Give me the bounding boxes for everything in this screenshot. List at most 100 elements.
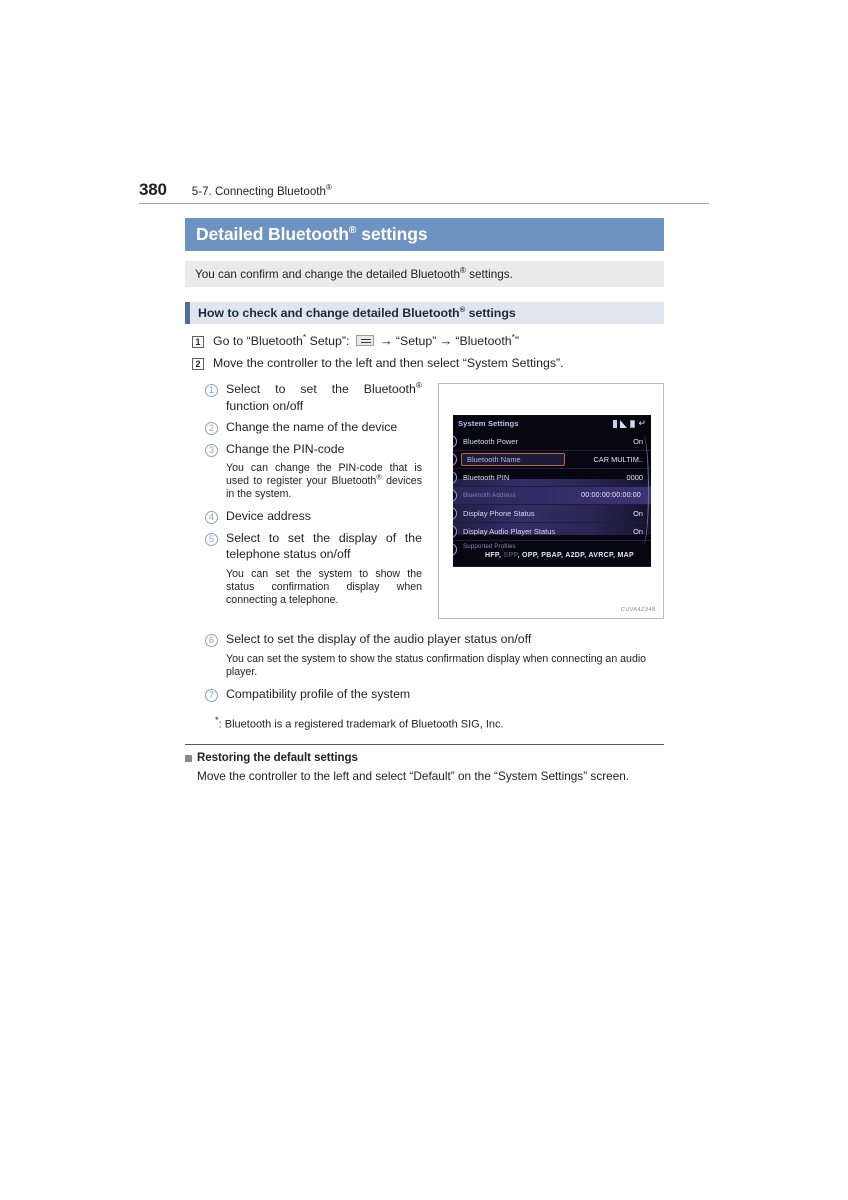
footnote-text: : Bluetooth is a registered trademark of… [218,718,504,731]
device-row-display-phone-status[interactable]: 5 Display Phone Status On [453,505,651,523]
callout-item: 1 Select to set the Bluetooth® function … [205,381,427,414]
arrow-right-icon: → [379,333,393,348]
step-number: 1 [192,336,204,348]
step-text-mid: Setup”: [306,334,353,348]
device-settings-rows: 1 Bluetooth Power On 2 Bluetooth Name CA… [453,433,651,567]
intro-text-pre: You can confirm and change the detailed … [195,267,461,281]
square-bullet-icon [185,754,192,762]
callout-item: 5 Select to set the display of the telep… [205,530,427,563]
section-title-bar: Detailed Bluetooth® settings [185,218,664,251]
running-head: 380 5-7. Connecting Bluetooth® [139,180,709,200]
callout-number: 2 [205,422,218,435]
intro-box: You can confirm and change the detailed … [185,261,664,287]
back-arrow-icon[interactable]: ↵ [638,419,646,428]
step-text-pre: Go to “Bluetooth [213,334,303,348]
device-row-label: Bluetooth Name [461,453,565,466]
callout-note: You can change the PIN-code that is used… [226,462,422,501]
callout-number: 5 [205,532,218,546]
device-row-bluetooth-pin[interactable]: 3 Bluetooth PIN 0000 [453,469,651,487]
callout-text: Compatibility profile of the system [226,686,411,701]
device-row-value: 00:00:00:00:00:00 [581,492,641,499]
device-row-value: CAR MULTIM.. [593,455,643,464]
step-text: Move the controller to the left and then… [213,356,564,370]
profiles-pre: HFP, [485,552,504,559]
intro-text: You can confirm and change the detailed … [185,266,513,281]
bottom-heading: Restoring the default settings [185,752,358,764]
callout-text: Select to set the display of the audio p… [226,632,532,646]
callout-note: You can set the system to show the statu… [226,652,647,678]
callout-list-left: 1 Select to set the Bluetooth® function … [205,381,427,614]
step-text-end: ” [514,334,520,348]
subsection-header: How to check and change detailed Bluetoo… [185,302,664,324]
profiles-faint: SPP [503,552,518,559]
menu-button-icon [355,335,374,346]
device-row-label: Bluetooth Address [463,492,516,499]
device-row-supported-profiles[interactable]: 7 Supported Profiles HFP, SPP, OPP, PBAP… [453,541,651,567]
section-title: Detailed Bluetooth® settings [185,224,428,245]
registered-mark: ® [326,183,332,193]
subsection-title: How to check and change detailed Bluetoo… [190,306,516,320]
battery-icon [630,419,636,428]
device-row-label: Bluetooth PIN [463,473,510,482]
footnote: *: Bluetooth is a registered trademark o… [215,713,665,732]
device-row-label: Supported Profiles [463,543,516,550]
bottom-body-text: Move the controller to the left and sele… [197,769,630,783]
step-text: Go to “Bluetooth* Setup”: → “Setup” → “Blue… [213,333,519,349]
device-screen-title: System Settings [458,419,519,428]
step-list: 1 Go to “Bluetooth* Setup”: → “Setup” → “Bl… [192,333,672,377]
device-row-label: Bluetooth Power [463,437,518,446]
device-row-bluetooth-name[interactable]: 2 Bluetooth Name CAR MULTIM.. [453,451,651,469]
callout-number: 3 [453,471,457,484]
device-row-bluetooth-power[interactable]: 1 Bluetooth Power On [453,433,651,451]
callout-item: 3 Change the PIN-code [205,441,427,458]
callout-number: 6 [205,634,218,647]
callout-list-full: 6 Select to set the display of the audio… [205,631,667,707]
device-row-display-audio-player-status[interactable]: 6 Display Audio Player Status On [453,523,651,541]
step-quoted-setup: “Setup” [395,334,437,348]
device-screen-header: System Settings ↵ [453,415,651,432]
device-row-value: HFP, SPP, OPP, PBAP, A2DP, AVRCP, MAP [485,552,651,559]
figure-code: CUVA4Z34B [620,607,656,613]
callout-text: Device address [226,509,311,523]
callout-text-pre: Select to set the Bluetooth [226,382,416,396]
step-number: 2 [192,358,204,370]
callout-number: 7 [205,688,218,702]
callout-number: 5 [453,507,457,520]
callout-text: Change the name of the device [226,420,398,434]
step-item: 1 Go to “Bluetooth* Setup”: → “Setup” → “Bl… [192,333,672,349]
step-item: 2 Move the controller to the left and th… [192,355,672,371]
profiles-post: , OPP, PBAP, A2DP, AVRCP, MAP [517,552,634,559]
callout-number: 1 [453,435,457,448]
callout-text-post: function on/off [226,398,304,413]
intro-text-post: settings. [465,267,513,281]
signal-icon [620,419,628,428]
device-status-icons: ↵ [613,419,646,428]
callout-item: 4 Device address [205,508,427,525]
callout-number: 2 [453,453,457,466]
callout-number: 1 [205,384,218,397]
callout-item: 6 Select to set the display of the audio… [205,631,667,648]
device-screenshot-figure: System Settings ↵ 1 Bluetooth Power On 2… [438,383,664,619]
arrow-right-icon: → [439,333,453,348]
chapter-title-text: 5-7. Connecting Bluetooth [191,186,326,198]
section-title-pre: Detailed Bluetooth [196,224,349,244]
callout-text: Select to set the display of the telepho… [226,530,422,562]
step-quoted-bluetooth: “Bluetooth [455,334,512,348]
callout-item: 7 Compatibility profile of the system [205,686,667,703]
callout-number: 6 [453,525,457,538]
callout-text: Select to set the Bluetooth® function on… [226,381,422,414]
page-number: 380 [139,180,167,199]
manual-page: 380 5-7. Connecting Bluetooth® Detailed … [0,0,848,1200]
device-screen: System Settings ↵ 1 Bluetooth Power On 2… [453,415,651,567]
chapter-title: 5-7. Connecting Bluetooth® [191,183,332,198]
subsection-title-pre: How to check and change detailed Bluetoo… [198,306,460,320]
callout-number: 4 [205,511,218,524]
device-row-label: Display Audio Player Status [463,527,556,536]
callout-number: 4 [453,489,457,502]
bottom-rule [185,744,664,745]
device-row-bluetooth-address[interactable]: 4 Bluetooth Address 00:00:00:00:00:00 [453,487,651,505]
callout-text: Change the PIN-code [226,441,345,456]
subsection-title-post: settings [465,306,516,320]
bottom-heading-text: Restoring the default settings [197,752,358,764]
callout-note: You can set the system to show the statu… [226,567,422,606]
